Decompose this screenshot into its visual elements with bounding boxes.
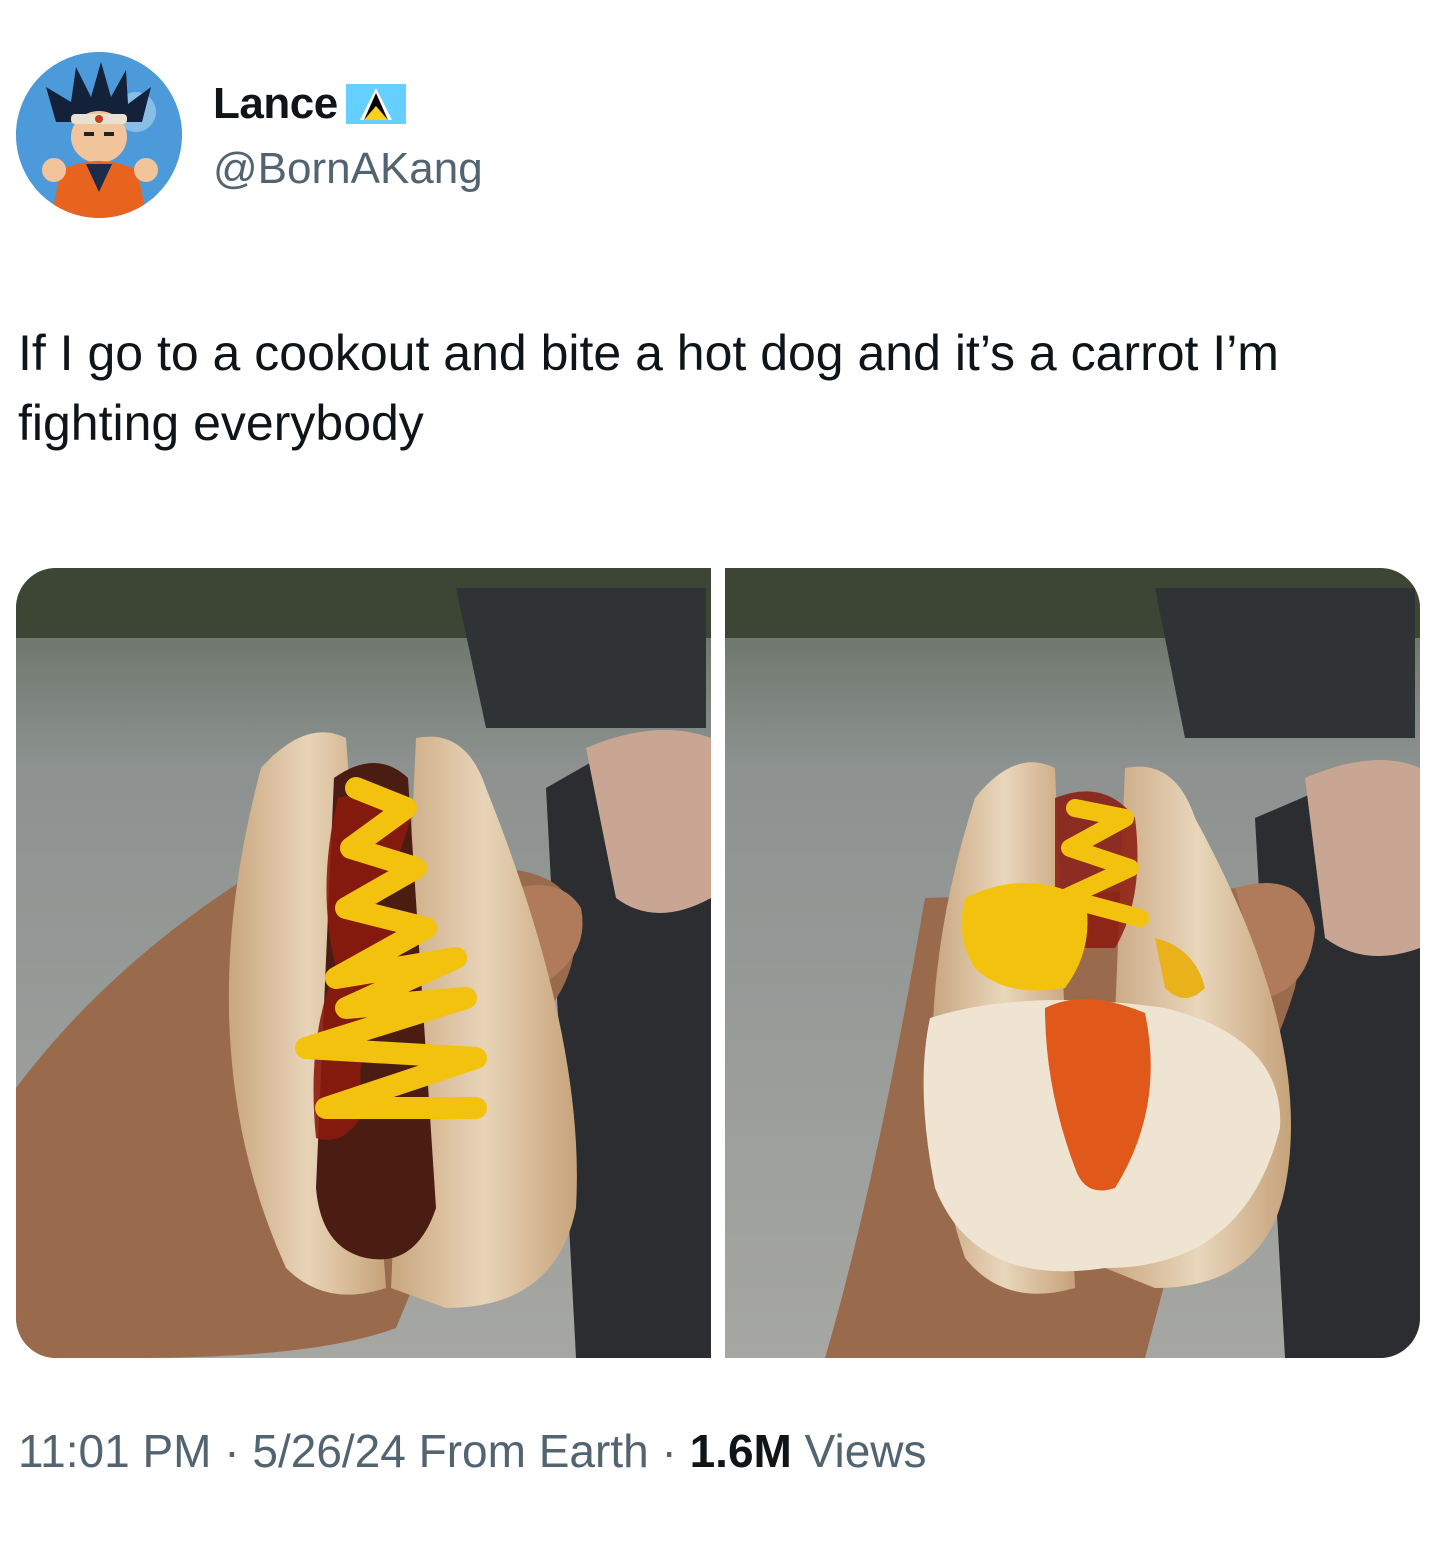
tweet-text: If I go to a cookout and bite a hot dog … (18, 325, 1293, 451)
saint-lucia-flag-icon (345, 84, 406, 124)
avatar-image (16, 52, 182, 218)
media-gallery (16, 568, 1420, 1358)
display-name[interactable]: Lance (213, 79, 338, 129)
author-handle[interactable]: @BornAKang (213, 144, 483, 194)
tweet-card: Lance @BornAKang If I go to a cookout an… (0, 0, 1440, 1547)
author-name-row[interactable]: Lance (213, 76, 406, 132)
photo-hot-dog[interactable] (16, 568, 711, 1358)
avatar[interactable] (16, 52, 182, 218)
views-label: Views (804, 1425, 927, 1477)
photo-carrot-hot-dog[interactable] (725, 568, 1420, 1358)
meta-separator-2: · (648, 1425, 690, 1477)
tweet-meta: 11:01 PM · 5/26/24 From Earth · 1.6M Vie… (18, 1424, 927, 1478)
views-count[interactable]: 1.6M (690, 1425, 792, 1477)
tweet-source: From Earth (418, 1425, 649, 1477)
tweet-time[interactable]: 11:01 PM (18, 1425, 211, 1477)
meta-separator: · (211, 1425, 253, 1477)
tweet-date[interactable]: 5/26/24 (252, 1425, 405, 1477)
